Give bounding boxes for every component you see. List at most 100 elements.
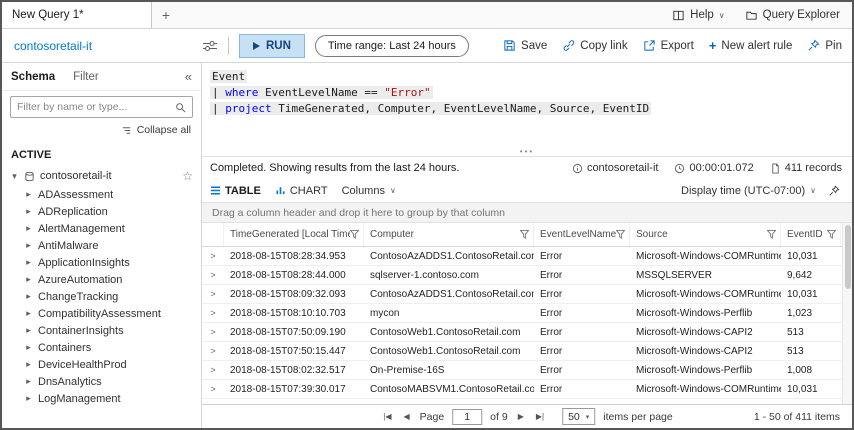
- workspace-link[interactable]: contosoretail-it: [14, 39, 92, 53]
- table-row[interactable]: >2018-08-15T07:39:30.017 ContosoMABSVM1.C…: [202, 380, 842, 399]
- schema-table-item[interactable]: ▸ ChangeTracking: [2, 288, 201, 305]
- tab-schema[interactable]: Schema: [11, 71, 55, 83]
- workspace-icon: [24, 171, 35, 182]
- table-body: >2018-08-15T08:28:34.953 ContosoAzADDS1.C…: [202, 247, 842, 399]
- filter-icon[interactable]: [350, 230, 359, 239]
- chevron-down-icon: ∨: [718, 10, 725, 20]
- column-header[interactable]: Computer: [364, 223, 534, 246]
- table-row[interactable]: >2018-08-15T07:50:09.190 ContosoWeb1.Cont…: [202, 323, 842, 342]
- copy-link-button[interactable]: Copy link: [562, 39, 628, 52]
- schema-table-item[interactable]: ▸ Containers: [2, 339, 201, 356]
- tab-chart[interactable]: CHART: [275, 185, 328, 197]
- schema-table-item[interactable]: ▸ ContainerInsights: [2, 322, 201, 339]
- query-settings-icon[interactable]: [202, 39, 218, 53]
- play-icon: [253, 41, 260, 50]
- schema-table-item[interactable]: ▸ DnsAnalytics: [2, 373, 201, 390]
- row-expander[interactable]: >: [202, 308, 224, 318]
- schema-table-item[interactable]: ▸ AlertManagement: [2, 220, 201, 237]
- schema-table-item[interactable]: ▸ ADReplication: [2, 203, 201, 220]
- schema-table-label: ADReplication: [38, 205, 108, 218]
- chevron-collapsed-icon: ▸: [26, 189, 31, 199]
- page-input[interactable]: [452, 408, 483, 425]
- log-analytics-window: New Query 1* + Help ∨ Query Explorer con…: [0, 0, 854, 430]
- display-time-dropdown[interactable]: Display time (UTC-07:00) ∨: [681, 185, 816, 197]
- row-expander[interactable]: >: [202, 270, 224, 280]
- chevron-collapsed-icon: ▸: [26, 240, 31, 250]
- active-section-label: ACTIVE: [11, 149, 52, 161]
- chevron-down-icon: ∨: [389, 186, 396, 195]
- row-expander[interactable]: >: [202, 384, 224, 394]
- schema-table-item[interactable]: ▸ DeviceHealthProd: [2, 356, 201, 373]
- schema-search-input[interactable]: [17, 101, 175, 113]
- query-editor[interactable]: Event | where EventLevelName == "Error" | …: [202, 63, 852, 157]
- new-tab-button[interactable]: +: [152, 2, 180, 28]
- table-row[interactable]: >2018-08-15T08:28:34.953 ContosoAzADDS1.C…: [202, 247, 842, 266]
- workspace-node[interactable]: ▾ contosoretail-it ☆: [2, 166, 201, 186]
- new-alert-rule-button[interactable]: + New alert rule: [709, 39, 793, 52]
- pager-next-button[interactable]: ▶: [516, 412, 526, 421]
- pager-prev-button[interactable]: ◀: [401, 412, 411, 421]
- schema-table-item[interactable]: ▸ ADAssessment: [2, 186, 201, 203]
- pin-button[interactable]: Pin: [807, 39, 842, 52]
- results-pin-icon[interactable]: [828, 184, 840, 197]
- pager-last-button[interactable]: ▶|: [534, 412, 546, 421]
- row-expander[interactable]: >: [202, 251, 224, 261]
- page-of-label: of 9: [490, 410, 508, 423]
- collapse-all-button[interactable]: Collapse all: [2, 121, 201, 141]
- run-button[interactable]: RUN: [239, 33, 305, 58]
- status-workspace: contosoretail-it: [572, 162, 658, 174]
- schema-table-label: ChangeTracking: [38, 290, 119, 303]
- query-editor-code[interactable]: Event | where EventLevelName == "Error" | …: [210, 69, 852, 117]
- schema-table-item[interactable]: ▸ ApplicationInsights: [2, 254, 201, 271]
- filter-icon[interactable]: [520, 230, 529, 239]
- chevron-collapsed-icon: ▸: [26, 359, 31, 369]
- table-row[interactable]: >2018-08-15T08:09:32.093 ContosoAzADDS1.C…: [202, 285, 842, 304]
- tab-filter[interactable]: Filter: [73, 71, 99, 83]
- row-expander[interactable]: >: [202, 327, 224, 337]
- row-expander[interactable]: >: [202, 289, 224, 299]
- table-row[interactable]: >2018-08-15T07:50:15.447 ContosoWeb1.Cont…: [202, 342, 842, 361]
- command-bar: contosoretail-it RUN Time range: Last 24…: [2, 29, 852, 63]
- help-menu[interactable]: Help ∨: [672, 9, 725, 22]
- chevron-collapsed-icon: ▸: [26, 257, 31, 267]
- table-scrollbar[interactable]: [842, 223, 852, 404]
- scrollbar-thumb[interactable]: [845, 225, 851, 289]
- schema-table-item[interactable]: ▸ LogManagement: [2, 390, 201, 407]
- query-tab[interactable]: New Query 1*: [2, 2, 152, 28]
- schema-sidebar: Schema Filter « Collapse all ACTIVE: [2, 63, 202, 428]
- table-row[interactable]: >2018-08-15T08:10:10.703 mycon Error Micros…: [202, 304, 842, 323]
- chevron-expanded-icon: ▾: [12, 170, 17, 181]
- filter-icon[interactable]: [616, 230, 625, 239]
- schema-table-label: CompatibilityAssessment: [38, 307, 161, 320]
- chevron-collapsed-icon: ▸: [26, 308, 31, 318]
- page-size-select[interactable]: 50 ▾: [562, 408, 596, 425]
- items-per-page-label: items per page: [603, 410, 673, 423]
- pagination-bar: |◀ ◀ Page of 9 ▶ ▶| 50 ▾ items per page …: [202, 404, 852, 428]
- column-header[interactable]: EventLevelName: [534, 223, 630, 246]
- pager-first-button[interactable]: |◀: [381, 412, 393, 421]
- schema-table-item[interactable]: ▸ CompatibilityAssessment: [2, 305, 201, 322]
- column-header[interactable]: Source: [630, 223, 781, 246]
- columns-dropdown[interactable]: Columns ∨: [342, 185, 396, 197]
- time-range-picker[interactable]: Time range: Last 24 hours: [314, 34, 469, 57]
- row-expander[interactable]: >: [202, 365, 224, 375]
- schema-table-label: DeviceHealthProd: [38, 358, 127, 371]
- filter-icon[interactable]: [767, 230, 776, 239]
- table-row[interactable]: >2018-08-15T08:28:44.000 sqlserver-1.cont…: [202, 266, 842, 285]
- sidebar-collapse-button[interactable]: «: [185, 69, 192, 84]
- row-expander[interactable]: >: [202, 346, 224, 356]
- save-icon: [503, 39, 516, 52]
- splitter-handle[interactable]: •••: [520, 147, 534, 156]
- tab-table[interactable]: TABLE: [210, 185, 261, 197]
- schema-table-item[interactable]: ▸ AzureAutomation: [2, 271, 201, 288]
- favorite-star-icon[interactable]: ☆: [182, 169, 193, 183]
- workspace-node-label: contosoretail-it: [40, 170, 112, 182]
- filter-icon[interactable]: [827, 230, 836, 239]
- column-header[interactable]: TimeGenerated [Local Time]: [224, 223, 364, 246]
- schema-table-item[interactable]: ▸ AntiMalware: [2, 237, 201, 254]
- query-explorer-button[interactable]: Query Explorer: [745, 9, 840, 22]
- table-row[interactable]: >2018-08-15T08:02:32.517 On-Premise-16S Er…: [202, 361, 842, 380]
- export-button[interactable]: Export: [643, 39, 694, 52]
- save-button[interactable]: Save: [503, 39, 547, 52]
- column-header[interactable]: EventID: [781, 223, 841, 246]
